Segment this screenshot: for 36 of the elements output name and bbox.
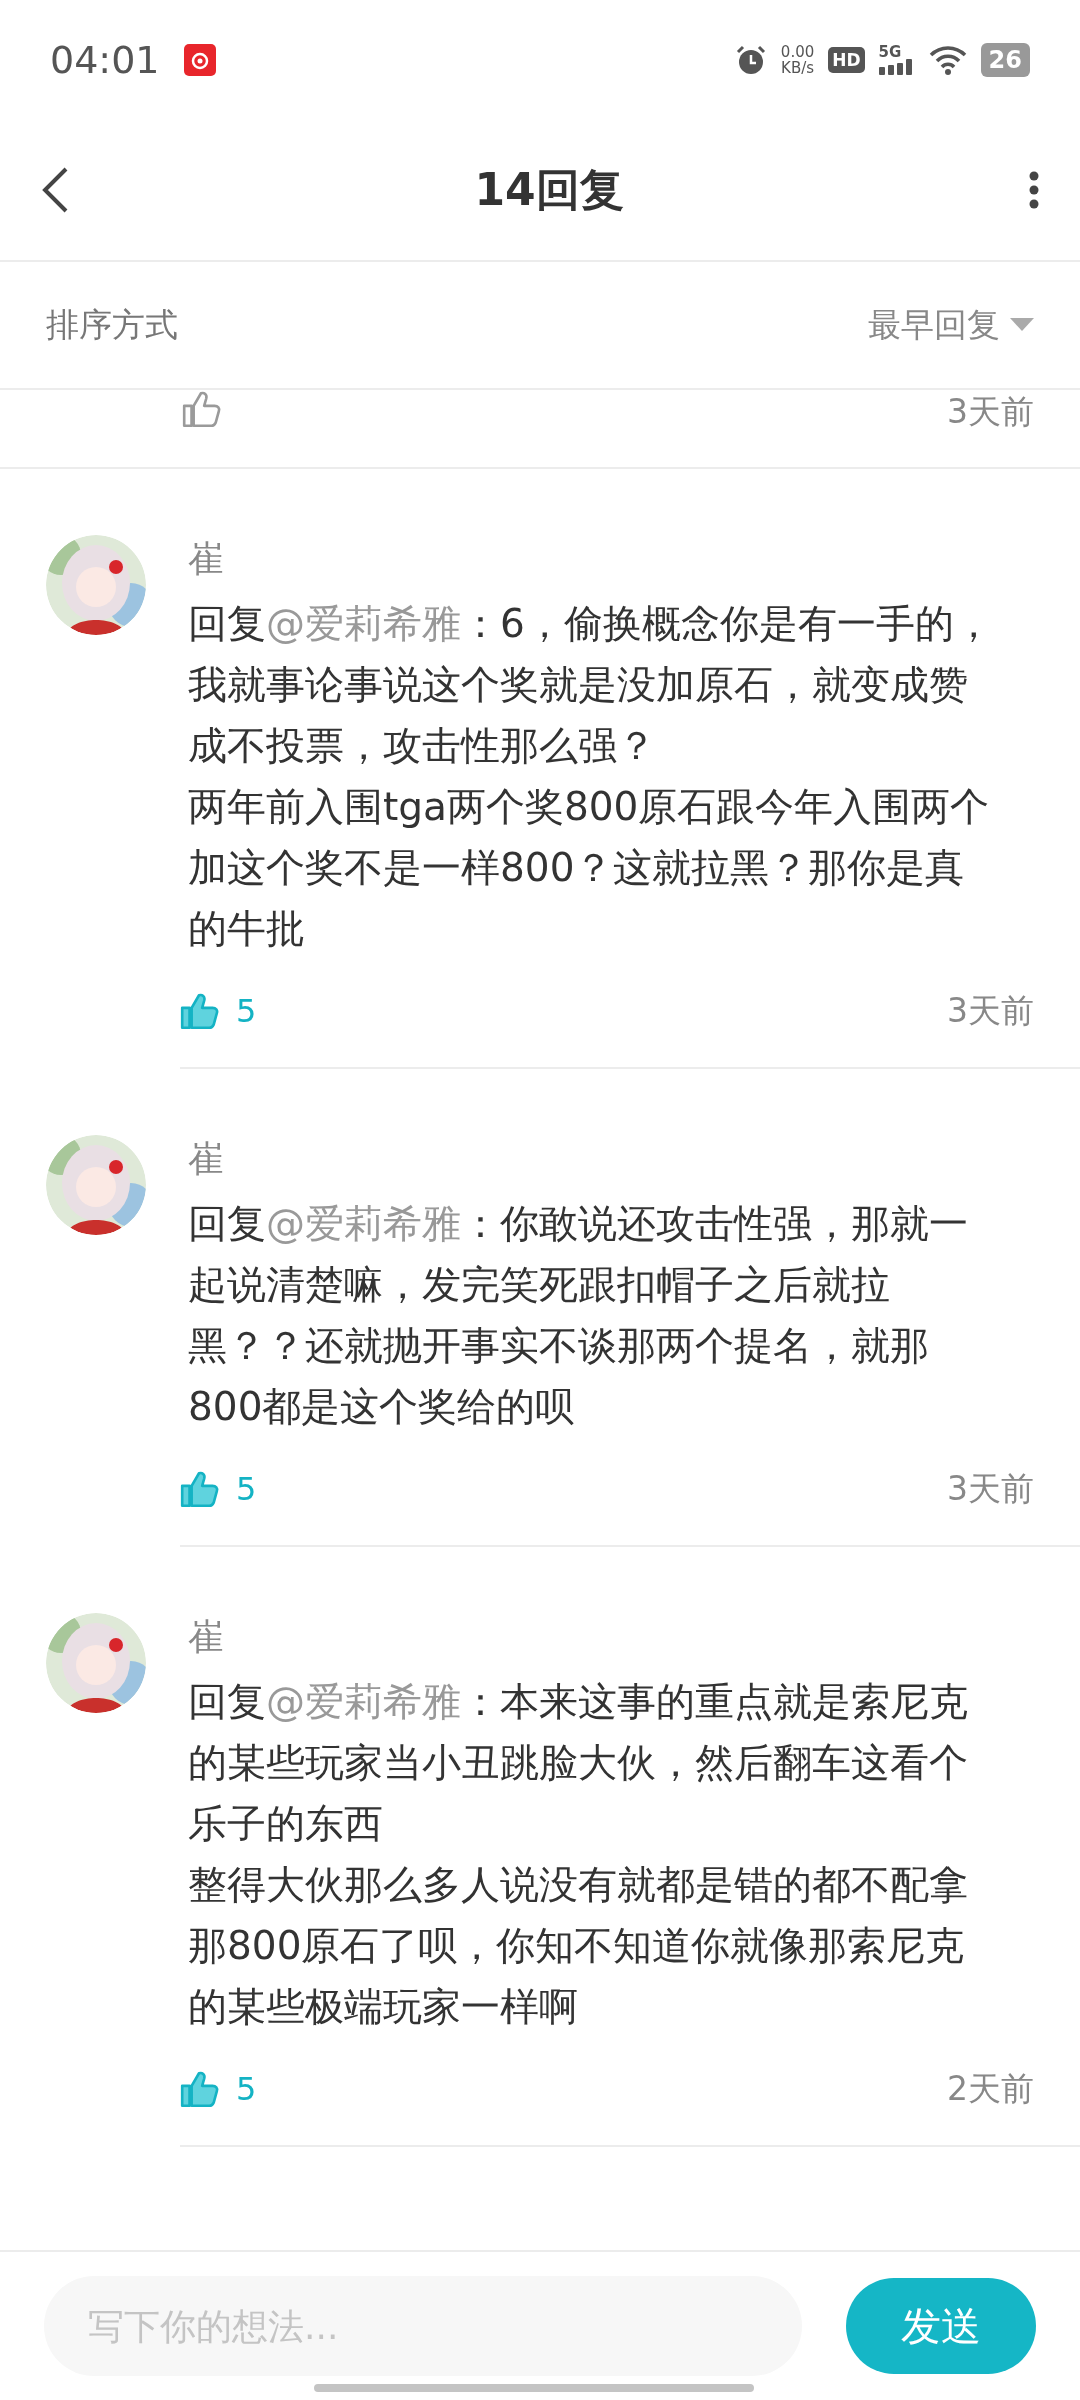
mention-link[interactable]: @爱莉希雅	[266, 1201, 461, 1246]
comment-time: 3天前	[947, 989, 1034, 1032]
comment-time: 3天前	[947, 391, 1034, 433]
comment-text: 回复@爱莉希雅：6，偷换概念你是有一手的，我就事论事说这个奖就是没加原石，就变成赞成不投票，攻击性那么强？	[188, 600, 994, 770]
send-button[interactable]: 发送	[846, 2278, 1036, 2374]
sort-label: 排序方式	[46, 303, 178, 346]
hd-badge: HD	[828, 47, 865, 73]
like-count: 5	[236, 992, 257, 1030]
mention-link[interactable]: @爱莉希雅	[266, 601, 461, 646]
caret-icon[interactable]	[1010, 318, 1034, 332]
app-notification-icon	[183, 44, 216, 76]
comment-text: 回复@爱莉希雅：本来这事的重点就是索尼克的某些玩家当小丑跳脸大伙，然后翻车这看个乐子的东西	[188, 1678, 969, 1848]
like-count: 5	[236, 1470, 257, 1508]
speed-unit: KB/s	[781, 60, 815, 76]
comment-text: 两年前入围tga两个奖800原石跟今年入围两个加这个奖不是一样800？这就拉黑？那你是真的牛批	[188, 783, 991, 953]
alarm-icon	[734, 44, 767, 76]
comment-time: 2天前	[947, 2067, 1034, 2110]
user-name[interactable]: 崔	[188, 1613, 1034, 1661]
network-speed: 0.00	[780, 44, 815, 60]
battery-indicator: 26	[980, 43, 1030, 77]
network-type: 5G	[878, 45, 903, 59]
wifi-icon	[928, 45, 967, 75]
sort-dropdown[interactable]: 最早回复	[868, 302, 1000, 348]
thumbs-up-icon[interactable]	[180, 390, 222, 430]
user-name[interactable]: 崔	[188, 535, 1034, 583]
signal-icon	[878, 59, 915, 75]
comment-text: 整得大伙那么多人说没有就都是错的都不配拿那800原石了呗，你知不知道你就像那索尼克的某些极端玩家一样啊	[188, 1861, 969, 2031]
more-icon[interactable]	[1028, 170, 1040, 210]
like-count: 5	[236, 2070, 257, 2108]
mention-link[interactable]: @爱莉希雅	[266, 1679, 461, 1724]
back-icon[interactable]	[40, 166, 70, 214]
user-name[interactable]: 崔	[188, 1135, 1034, 1183]
comment-time: 3天前	[947, 1467, 1034, 1510]
comment-text: 回复@爱莉希雅：你敢说还攻击性强，那就一起说清楚嘛，发完笑死跟扣帽子之后就拉黑？？还就抛开事实不谈那两个提名，就那800都是这个奖给的呗	[188, 1200, 969, 1431]
status-time: 04:01	[50, 38, 160, 82]
page-title: 14回复	[474, 162, 624, 217]
